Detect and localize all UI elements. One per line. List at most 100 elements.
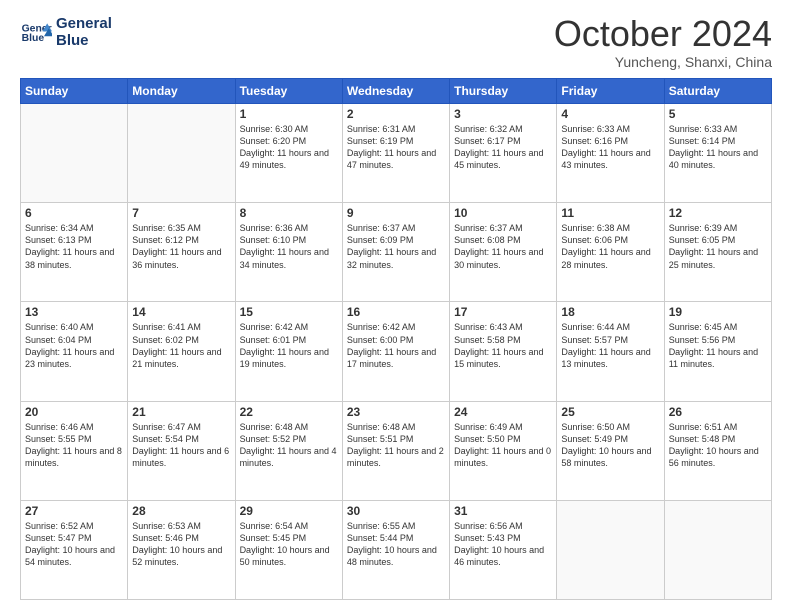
location: Yuncheng, Shanxi, China — [554, 54, 772, 70]
day-info: Sunrise: 6:32 AM Sunset: 6:17 PM Dayligh… — [454, 123, 552, 172]
day-info: Sunrise: 6:44 AM Sunset: 5:57 PM Dayligh… — [561, 321, 659, 370]
calendar-cell: 19 Sunrise: 6:45 AM Sunset: 5:56 PM Dayli… — [664, 302, 771, 401]
day-number: 31 — [454, 504, 552, 518]
day-info: Sunrise: 6:56 AM Sunset: 5:43 PM Dayligh… — [454, 520, 552, 569]
day-info: Sunrise: 6:35 AM Sunset: 6:12 PM Dayligh… — [132, 222, 230, 271]
calendar-cell: 22 Sunrise: 6:48 AM Sunset: 5:52 PM Dayli… — [235, 401, 342, 500]
day-number: 20 — [25, 405, 123, 419]
day-number: 12 — [669, 206, 767, 220]
day-number: 26 — [669, 405, 767, 419]
calendar-cell: 31 Sunrise: 6:56 AM Sunset: 5:43 PM Dayli… — [450, 500, 557, 599]
day-number: 11 — [561, 206, 659, 220]
logo-icon: General Blue — [20, 17, 52, 49]
calendar-table: SundayMondayTuesdayWednesdayThursdayFrid… — [20, 78, 772, 600]
day-info: Sunrise: 6:31 AM Sunset: 6:19 PM Dayligh… — [347, 123, 445, 172]
weekday-header-sunday: Sunday — [21, 79, 128, 104]
day-info: Sunrise: 6:38 AM Sunset: 6:06 PM Dayligh… — [561, 222, 659, 271]
day-number: 16 — [347, 305, 445, 319]
day-number: 23 — [347, 405, 445, 419]
day-number: 19 — [669, 305, 767, 319]
day-info: Sunrise: 6:42 AM Sunset: 6:01 PM Dayligh… — [240, 321, 338, 370]
calendar-cell: 4 Sunrise: 6:33 AM Sunset: 6:16 PM Daylig… — [557, 104, 664, 203]
weekday-header-friday: Friday — [557, 79, 664, 104]
calendar-cell: 2Sunrise: 6:31 AM Sunset: 6:19 PM Daylig… — [342, 104, 449, 203]
calendar-week-row: 6 Sunrise: 6:34 AM Sunset: 6:13 PM Daylig… — [21, 203, 772, 302]
day-info: Sunrise: 6:41 AM Sunset: 6:02 PM Dayligh… — [132, 321, 230, 370]
day-number: 22 — [240, 405, 338, 419]
day-info: Sunrise: 6:36 AM Sunset: 6:10 PM Dayligh… — [240, 222, 338, 271]
calendar-cell: 14Sunrise: 6:41 AM Sunset: 6:02 PM Dayli… — [128, 302, 235, 401]
weekday-header-thursday: Thursday — [450, 79, 557, 104]
calendar-week-row: 13 Sunrise: 6:40 AM Sunset: 6:04 PM Dayli… — [21, 302, 772, 401]
day-info: Sunrise: 6:48 AM Sunset: 5:51 PM Dayligh… — [347, 421, 445, 470]
day-info: Sunrise: 6:40 AM Sunset: 6:04 PM Dayligh… — [25, 321, 123, 370]
day-info: Sunrise: 6:51 AM Sunset: 5:48 PM Dayligh… — [669, 421, 767, 470]
calendar-cell: 16 Sunrise: 6:42 AM Sunset: 6:00 PM Dayli… — [342, 302, 449, 401]
calendar-cell: 5Sunrise: 6:33 AM Sunset: 6:14 PM Daylig… — [664, 104, 771, 203]
day-info: Sunrise: 6:42 AM Sunset: 6:00 PM Dayligh… — [347, 321, 445, 370]
day-number: 17 — [454, 305, 552, 319]
day-number: 15 — [240, 305, 338, 319]
calendar-cell: 21 Sunrise: 6:47 AM Sunset: 5:54 PM Dayli… — [128, 401, 235, 500]
day-info: Sunrise: 6:53 AM Sunset: 5:46 PM Dayligh… — [132, 520, 230, 569]
day-number: 5 — [669, 107, 767, 121]
header: General Blue General Blue October 2024 Y… — [20, 16, 772, 70]
day-info: Sunrise: 6:47 AM Sunset: 5:54 PM Dayligh… — [132, 421, 230, 470]
weekday-header-row: SundayMondayTuesdayWednesdayThursdayFrid… — [21, 79, 772, 104]
day-info: Sunrise: 6:45 AM Sunset: 5:56 PM Dayligh… — [669, 321, 767, 370]
calendar-cell: 27Sunrise: 6:52 AM Sunset: 5:47 PM Dayli… — [21, 500, 128, 599]
calendar-cell: 25Sunrise: 6:50 AM Sunset: 5:49 PM Dayli… — [557, 401, 664, 500]
day-number: 1 — [240, 107, 338, 121]
calendar-cell: 10Sunrise: 6:37 AM Sunset: 6:08 PM Dayli… — [450, 203, 557, 302]
day-number: 6 — [25, 206, 123, 220]
calendar-cell: 28 Sunrise: 6:53 AM Sunset: 5:46 PM Dayli… — [128, 500, 235, 599]
weekday-header-monday: Monday — [128, 79, 235, 104]
day-info: Sunrise: 6:43 AM Sunset: 5:58 PM Dayligh… — [454, 321, 552, 370]
calendar-cell: 12Sunrise: 6:39 AM Sunset: 6:05 PM Dayli… — [664, 203, 771, 302]
calendar-cell — [557, 500, 664, 599]
weekday-header-saturday: Saturday — [664, 79, 771, 104]
calendar-week-row: 1 Sunrise: 6:30 AM Sunset: 6:20 PM Daylig… — [21, 104, 772, 203]
calendar-cell: 11 Sunrise: 6:38 AM Sunset: 6:06 PM Dayli… — [557, 203, 664, 302]
page: General Blue General Blue October 2024 Y… — [0, 0, 792, 612]
calendar-cell: 26 Sunrise: 6:51 AM Sunset: 5:48 PM Dayli… — [664, 401, 771, 500]
day-number: 13 — [25, 305, 123, 319]
calendar-cell — [21, 104, 128, 203]
calendar-cell: 9 Sunrise: 6:37 AM Sunset: 6:09 PM Daylig… — [342, 203, 449, 302]
weekday-header-tuesday: Tuesday — [235, 79, 342, 104]
calendar-cell: 20Sunrise: 6:46 AM Sunset: 5:55 PM Dayli… — [21, 401, 128, 500]
day-number: 9 — [347, 206, 445, 220]
day-number: 4 — [561, 107, 659, 121]
calendar-week-row: 20Sunrise: 6:46 AM Sunset: 5:55 PM Dayli… — [21, 401, 772, 500]
calendar-cell: 24Sunrise: 6:49 AM Sunset: 5:50 PM Dayli… — [450, 401, 557, 500]
day-number: 21 — [132, 405, 230, 419]
day-info: Sunrise: 6:34 AM Sunset: 6:13 PM Dayligh… — [25, 222, 123, 271]
calendar-cell: 17 Sunrise: 6:43 AM Sunset: 5:58 PM Dayli… — [450, 302, 557, 401]
title-area: October 2024 Yuncheng, Shanxi, China — [554, 16, 772, 70]
logo-text: General Blue — [56, 16, 112, 49]
calendar-cell: 29Sunrise: 6:54 AM Sunset: 5:45 PM Dayli… — [235, 500, 342, 599]
day-number: 18 — [561, 305, 659, 319]
day-number: 28 — [132, 504, 230, 518]
weekday-header-wednesday: Wednesday — [342, 79, 449, 104]
day-info: Sunrise: 6:33 AM Sunset: 6:16 PM Dayligh… — [561, 123, 659, 172]
day-number: 7 — [132, 206, 230, 220]
day-number: 3 — [454, 107, 552, 121]
day-number: 30 — [347, 504, 445, 518]
day-info: Sunrise: 6:55 AM Sunset: 5:44 PM Dayligh… — [347, 520, 445, 569]
calendar-cell: 3 Sunrise: 6:32 AM Sunset: 6:17 PM Daylig… — [450, 104, 557, 203]
calendar-cell: 18 Sunrise: 6:44 AM Sunset: 5:57 PM Dayli… — [557, 302, 664, 401]
calendar-cell: 15 Sunrise: 6:42 AM Sunset: 6:01 PM Dayli… — [235, 302, 342, 401]
calendar-week-row: 27Sunrise: 6:52 AM Sunset: 5:47 PM Dayli… — [21, 500, 772, 599]
day-info: Sunrise: 6:52 AM Sunset: 5:47 PM Dayligh… — [25, 520, 123, 569]
day-info: Sunrise: 6:48 AM Sunset: 5:52 PM Dayligh… — [240, 421, 338, 470]
logo: General Blue General Blue — [20, 16, 112, 49]
day-info: Sunrise: 6:37 AM Sunset: 6:09 PM Dayligh… — [347, 222, 445, 271]
day-number: 24 — [454, 405, 552, 419]
calendar-cell: 1 Sunrise: 6:30 AM Sunset: 6:20 PM Daylig… — [235, 104, 342, 203]
calendar-cell: 7 Sunrise: 6:35 AM Sunset: 6:12 PM Daylig… — [128, 203, 235, 302]
day-info: Sunrise: 6:50 AM Sunset: 5:49 PM Dayligh… — [561, 421, 659, 470]
day-info: Sunrise: 6:30 AM Sunset: 6:20 PM Dayligh… — [240, 123, 338, 172]
day-number: 10 — [454, 206, 552, 220]
day-number: 29 — [240, 504, 338, 518]
